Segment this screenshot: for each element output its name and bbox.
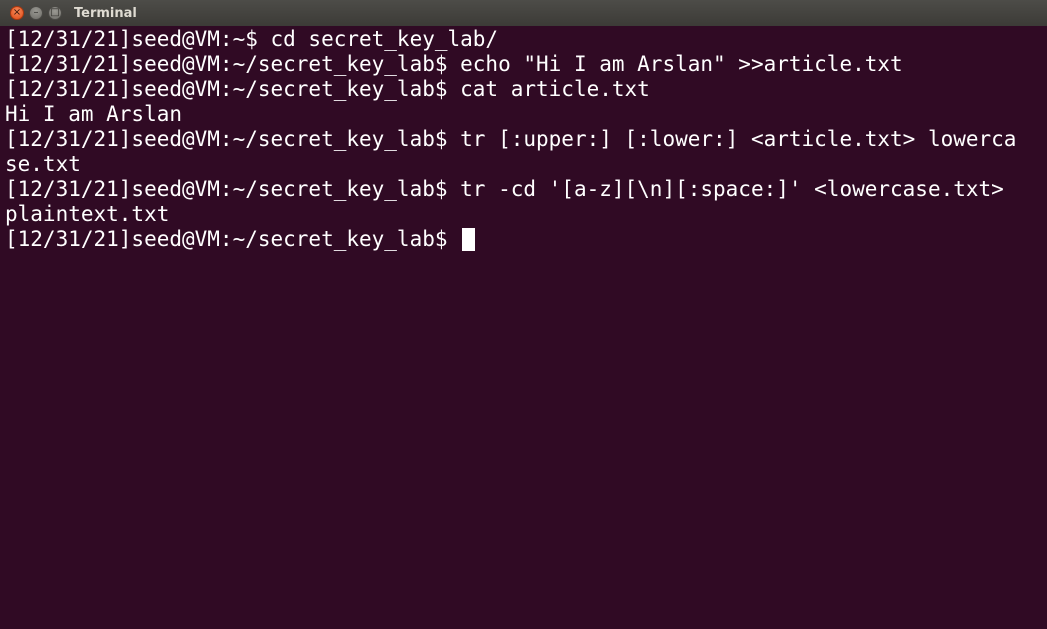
terminal-output[interactable]: [12/31/21]seed@VM:~$ cd secret_key_lab/ … xyxy=(0,26,1047,629)
terminal-line: plaintext.txt xyxy=(5,202,170,226)
terminal-line: se.txt xyxy=(5,152,81,176)
title-bar[interactable]: × – □ Terminal xyxy=(0,0,1047,26)
terminal-line: [12/31/21]seed@VM:~/secret_key_lab$ tr [… xyxy=(5,127,1017,151)
terminal-line: [12/31/21]seed@VM:~/secret_key_lab$ tr -… xyxy=(5,177,1004,201)
close-icon[interactable]: × xyxy=(10,6,24,20)
window-title: Terminal xyxy=(74,5,137,21)
terminal-line: [12/31/21]seed@VM:~$ cd secret_key_lab/ xyxy=(5,27,499,51)
terminal-window: × – □ Terminal [12/31/21]seed@VM:~$ cd s… xyxy=(0,0,1047,629)
terminal-prompt-line[interactable]: [12/31/21]seed@VM:~/secret_key_lab$ xyxy=(5,227,1047,252)
prompt: [12/31/21]seed@VM:~/secret_key_lab$ xyxy=(5,227,461,251)
maximize-icon[interactable]: □ xyxy=(48,6,62,20)
minimize-icon[interactable]: – xyxy=(29,6,43,20)
terminal-line: Hi I am Arslan xyxy=(5,102,183,126)
terminal-line: [12/31/21]seed@VM:~/secret_key_lab$ cat … xyxy=(5,77,650,101)
terminal-line: [12/31/21]seed@VM:~/secret_key_lab$ echo… xyxy=(5,52,903,76)
text-cursor xyxy=(462,228,476,251)
